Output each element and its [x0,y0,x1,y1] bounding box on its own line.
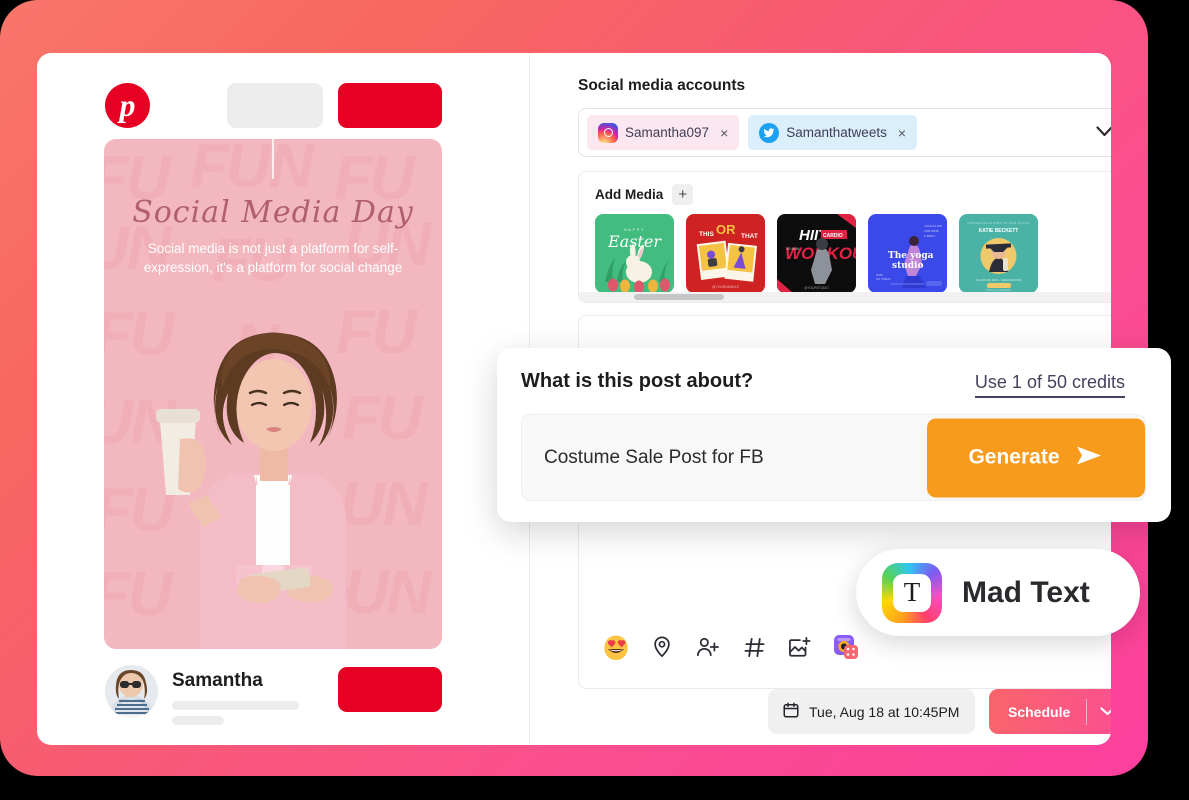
account-chip-twitter[interactable]: Samanthatweets × [748,115,918,150]
add-media-panel: Add Media + HAPPY Easter THIS OR THAT @Y… [578,171,1111,303]
preview-top-action-button[interactable] [338,83,442,128]
generate-button-label: Generate [968,445,1060,469]
post-image-photo [156,332,347,649]
placeholder-pill [227,83,323,128]
app-shortcut-icon[interactable] [833,634,859,660]
add-media-label: Add Media [595,187,664,202]
calendar-icon [782,701,800,722]
pinterest-logo-icon: p [105,83,150,128]
composer-toolbar [603,634,859,660]
remove-account-twitter-icon[interactable]: × [898,125,906,141]
media-thumbnail-list: HAPPY Easter THIS OR THAT @YOURHANDLE HI… [595,214,1038,293]
svg-text:THIS: THIS [699,231,714,238]
ai-generate-modal: What is this post about? Use 1 of 50 cre… [497,348,1171,522]
schedule-button-label: Schedule [1008,703,1071,720]
accounts-chevron-down-icon[interactable] [1096,124,1111,142]
svg-text:& BODY: & BODY [924,234,935,238]
media-thumbnail-easter[interactable]: HAPPY Easter [595,214,674,293]
social-accounts-field[interactable]: Samantha097 × Samanthatweets × [578,108,1111,157]
media-thumbnail-yoga-studio[interactable]: YOGA FLOW FOR MIND & BODY The yoga studi… [868,214,947,293]
mad-text-letter: T [893,573,931,612]
svg-text:30 MIN: 30 MIN [786,246,799,251]
instagram-icon [598,122,618,143]
svg-text:US TODAY: US TODAY [876,277,891,281]
media-thumbnail-hiit-workout[interactable]: HIIT CARDIO WORKOUT 30 MIN @YOURSTUDIO [777,214,856,293]
remove-account-instagram-icon[interactable]: × [720,125,728,141]
smiling-face-with-hearts-emoji-icon[interactable] [603,634,629,660]
profile-name: Samantha [172,670,263,691]
pinterest-glyph: p [119,86,136,123]
location-pin-icon[interactable] [649,634,675,660]
media-thumbnail-graduation[interactable]: CONGRATULATIONS TO OUR CLASS KATIE BECKE… [959,214,1038,293]
add-media-plus-button[interactable]: + [672,184,694,205]
schedule-date-field[interactable]: Tue, Aug 18 at 10:45PM [768,689,975,734]
schedule-chevron-down-icon[interactable] [1087,707,1111,716]
post-image-title: Social Media Day [132,195,414,230]
svg-text:The yoga: The yoga [888,251,934,261]
account-name-twitter: Samanthatweets [786,125,887,140]
svg-text:@YOURSTUDIO: @YOURSTUDIO [804,286,829,290]
svg-text:YOGA FLOW: YOGA FLOW [924,224,942,228]
account-name-instagram: Samantha097 [625,125,710,140]
mad-text-logo-icon: T [882,562,942,623]
profile-avatar [105,665,158,718]
add-person-icon[interactable] [695,634,721,660]
ai-modal-question: What is this post about? [521,370,754,392]
add-image-icon[interactable] [787,634,813,660]
schedule-date-text: Tue, Aug 18 at 10:45PM [809,703,960,720]
social-accounts-heading: Social media accounts [578,77,746,94]
ai-prompt-input[interactable]: Costume Sale Post for FB Generate [521,414,1146,501]
image-top-tick [272,139,274,179]
svg-text:THAT: THAT [741,233,758,240]
mad-text-badge[interactable]: T Mad Text [856,549,1140,636]
svg-text:@YOURHANDLE: @YOURHANDLE [712,285,740,289]
profile-skeleton-line-1 [172,701,299,710]
svg-text:studio: studio [892,261,923,271]
svg-text:CARDIO: CARDIO [823,233,843,239]
profile-skeleton-line-2 [172,716,224,725]
avatar-photo [105,665,158,718]
generate-button[interactable]: Generate [927,418,1145,497]
post-image-subtitle: Social media is not just a platform for … [143,241,403,275]
media-thumbnail-this-or-that[interactable]: THIS OR THAT @YOURHANDLE [686,214,765,293]
ai-credits-link[interactable]: Use 1 of 50 credits [974,372,1125,398]
schedule-button[interactable]: Schedule [989,689,1111,734]
post-preview-panel: p FU FUN FU UN FU UN FU N FU UN FU FU UN… [37,53,529,745]
svg-text:KATIE BECKETT: KATIE BECKETT [979,228,1019,234]
media-scrollbar-track[interactable] [579,292,1111,302]
svg-text:OR: OR [716,222,736,237]
svg-text:CONGRATULATIONS TO OUR CLASS: CONGRATULATIONS TO OUR CLASS [967,221,1029,225]
post-image: FU FUN FU UN FU UN FU N FU UN FU FU UN F… [104,139,442,649]
hashtag-icon[interactable] [741,634,767,660]
add-media-header: Add Media + [595,184,694,205]
media-scrollbar-thumb[interactable] [634,294,724,300]
send-arrow-icon [1074,443,1104,472]
svg-text:FOR MIND: FOR MIND [924,229,940,233]
account-chip-instagram[interactable]: Samantha097 × [587,115,740,150]
preview-bottom-action-button[interactable] [338,667,442,712]
mad-text-label: Mad Text [962,575,1090,609]
svg-text:CLASS OF 2021 - GRADUATION: CLASS OF 2021 - GRADUATION [976,278,1021,282]
twitter-icon [759,122,780,143]
ai-prompt-value: Costume Sale Post for FB [544,446,764,468]
